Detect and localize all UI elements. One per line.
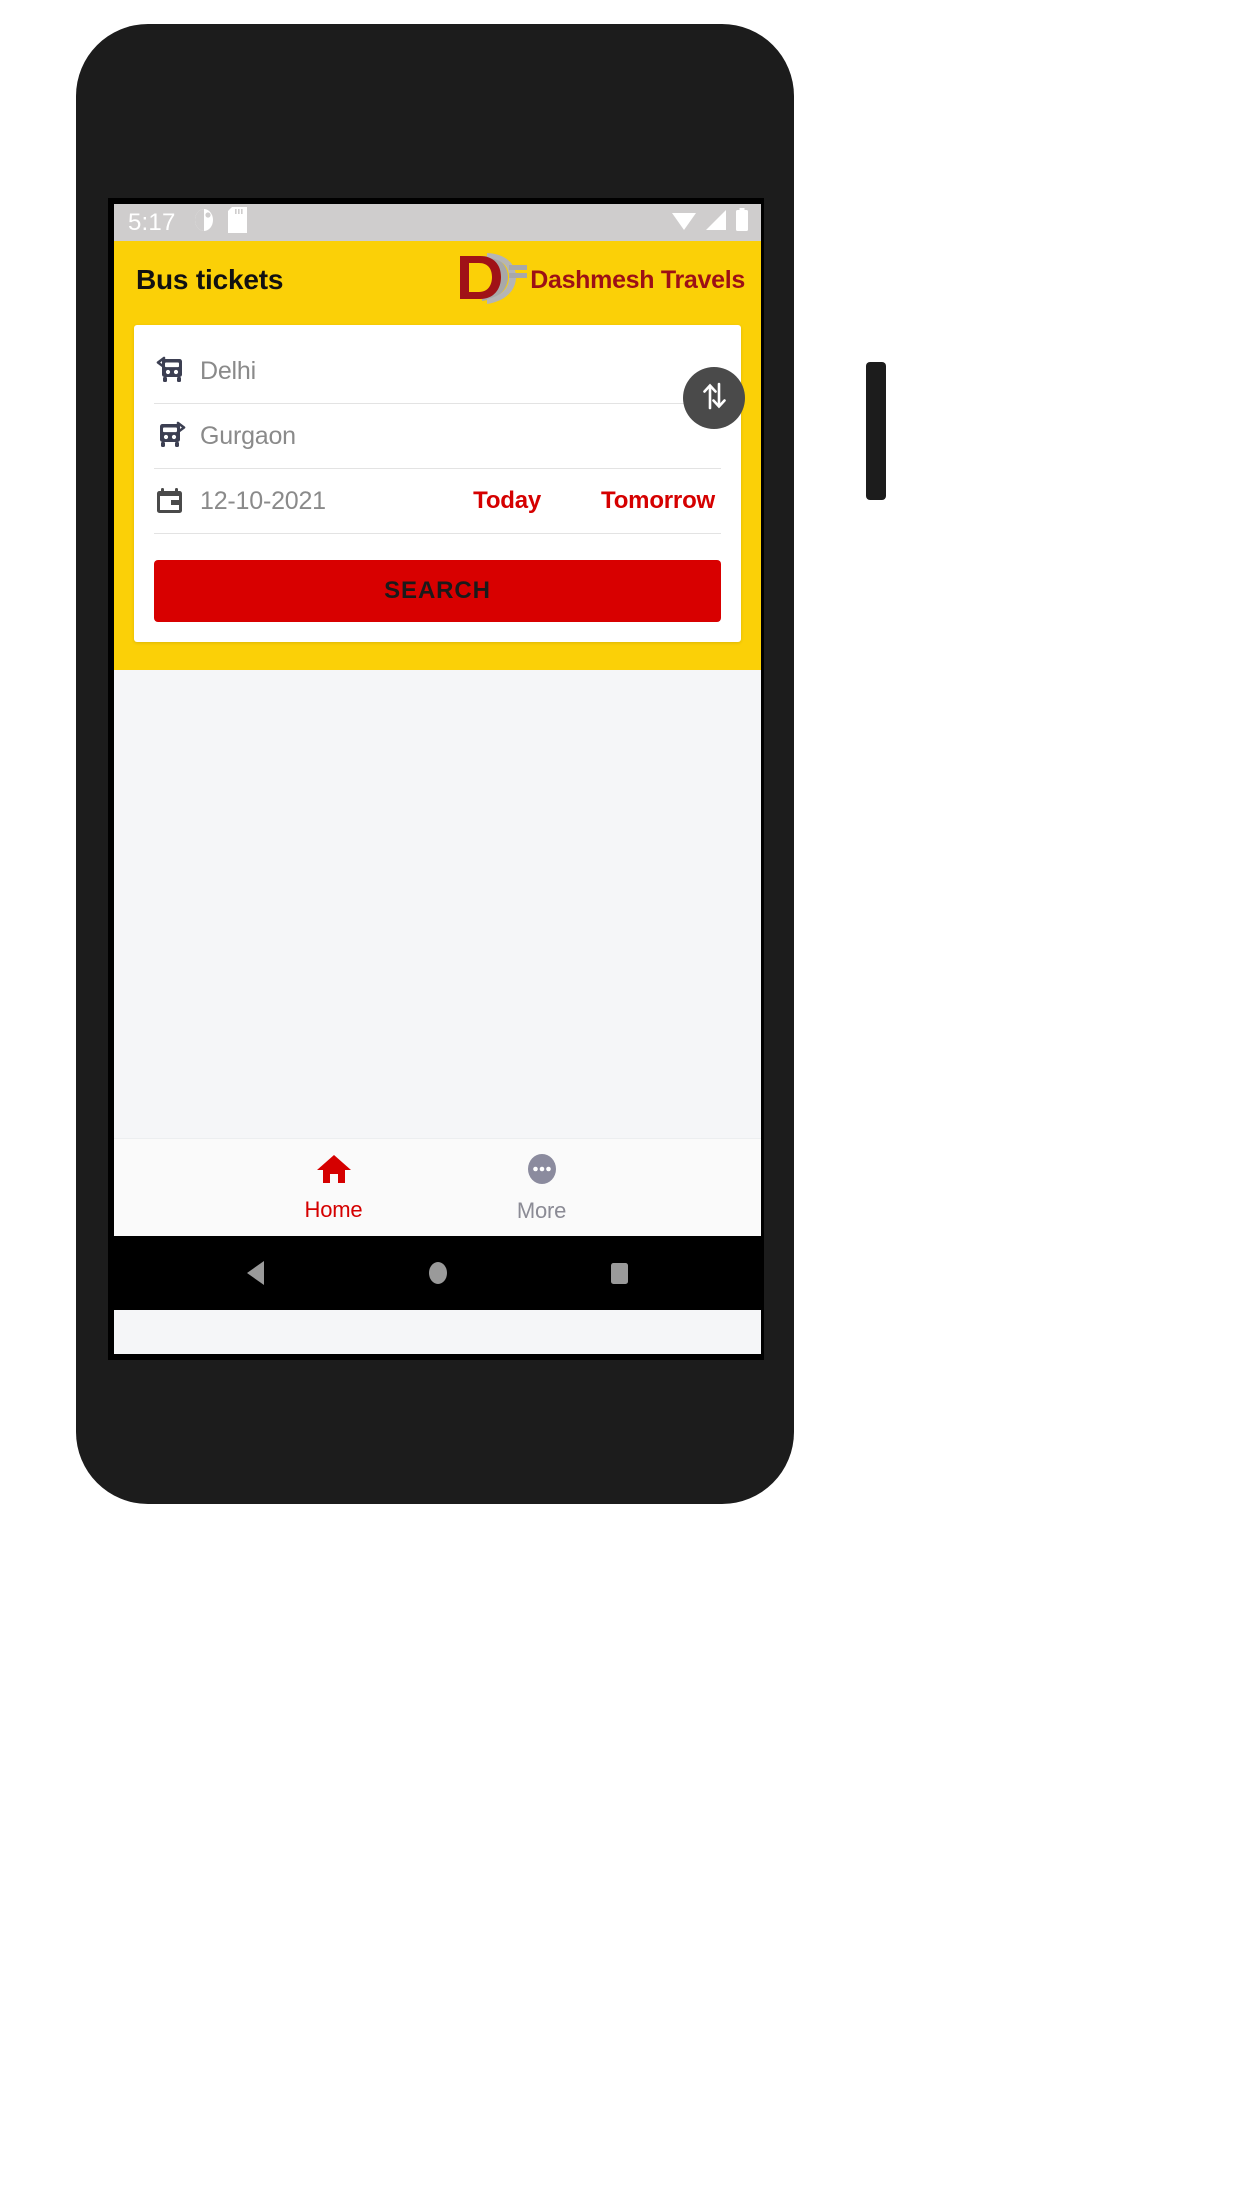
swap-locations-button[interactable] — [683, 367, 745, 429]
more-dots-icon — [523, 1151, 561, 1192]
phone-screen: 5:17 Bus tickets Dashmesh Travels Delhi … — [108, 198, 764, 1360]
logo-d-swoosh-icon — [454, 249, 528, 312]
bus-arrival-icon — [154, 419, 188, 453]
nav-item-more-label: More — [516, 1198, 567, 1223]
swap-vertical-icon — [699, 380, 729, 417]
phone-power-button[interactable] — [866, 362, 886, 500]
home-circle-icon[interactable] — [424, 1257, 452, 1289]
nav-item-home-label: Home — [304, 1197, 363, 1222]
date-value: 12-10-2021 — [200, 486, 326, 515]
origin-field-row[interactable]: Delhi — [154, 339, 721, 404]
quick-date-tomorrow[interactable]: Tomorrow — [601, 487, 715, 515]
battery-icon — [735, 208, 749, 237]
origin-value: Delhi — [200, 356, 256, 385]
recents-square-icon[interactable] — [605, 1257, 633, 1289]
brand-name: Dashmesh Travels — [530, 265, 745, 294]
wifi-icon — [671, 209, 697, 236]
date-field-row[interactable]: 12-10-2021 Today Tomorrow — [154, 469, 721, 534]
destination-field-row[interactable]: Gurgaon — [154, 404, 721, 469]
status-bar-right-icons — [671, 208, 749, 237]
calendar-icon — [154, 485, 188, 517]
status-bar: 5:17 — [114, 204, 761, 241]
nav-item-more[interactable]: More — [482, 1151, 602, 1224]
sd-card-icon — [227, 207, 247, 238]
search-card: Delhi Gurgaon 12-10-2021 Today Tomorrow … — [134, 325, 745, 642]
bus-departure-icon — [154, 354, 188, 388]
quick-date-today[interactable]: Today — [473, 487, 541, 515]
destination-value: Gurgaon — [200, 421, 296, 450]
page-title: Bus tickets — [136, 264, 284, 295]
search-button[interactable]: SEARCH — [154, 560, 721, 622]
brand-logo: Dashmesh Travels — [454, 249, 745, 312]
back-triangle-icon[interactable] — [242, 1257, 272, 1289]
home-icon — [315, 1152, 353, 1191]
quick-date-group: Today Tomorrow — [473, 487, 721, 515]
android-navigation-bar — [114, 1236, 761, 1310]
status-bar-time: 5:17 — [128, 208, 176, 236]
search-region: Delhi Gurgaon 12-10-2021 Today Tomorrow … — [114, 319, 761, 670]
app-header: Bus tickets Dashmesh Travels — [114, 241, 761, 319]
nav-item-home[interactable]: Home — [274, 1152, 394, 1223]
bottom-navigation-bar: Home More — [114, 1138, 761, 1236]
content-area — [114, 670, 761, 1138]
cellular-signal-icon — [704, 209, 728, 236]
status-bar-left-icons — [193, 207, 247, 238]
dnd-icon — [193, 208, 215, 237]
